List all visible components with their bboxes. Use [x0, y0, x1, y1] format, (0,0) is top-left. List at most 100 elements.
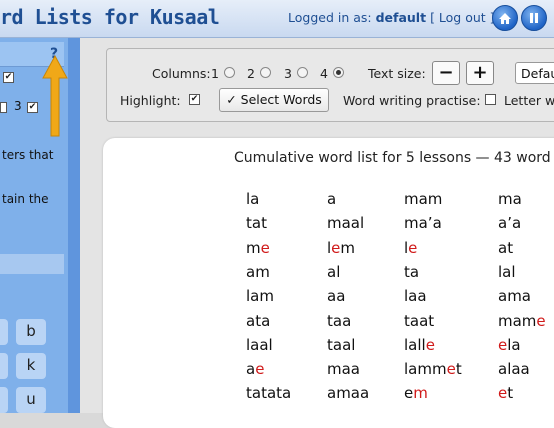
- app-title: rd Lists for Kusaal: [0, 5, 220, 29]
- word-highlight: e: [260, 238, 270, 257]
- word-item: tatata: [246, 384, 291, 402]
- column-option-label: 3: [284, 66, 292, 81]
- word-item: a: [327, 190, 336, 208]
- font-select[interactable]: Defau: [515, 62, 554, 84]
- word-item: amaa: [327, 384, 369, 402]
- sidebar-divider[interactable]: [68, 38, 80, 413]
- word-part: a’a: [498, 214, 522, 233]
- word-item: taa: [327, 312, 351, 330]
- text-size-increase-button[interactable]: +: [466, 61, 494, 85]
- word-item: em: [404, 384, 428, 402]
- column-radio[interactable]: [260, 67, 271, 78]
- sidebar-text: ters that: [2, 148, 54, 162]
- word-list-title: Cumulative word list for 5 lessons — 43 …: [234, 150, 551, 166]
- letter-key-partial[interactable]: [0, 353, 8, 379]
- highlight-label: Highlight:: [120, 93, 181, 108]
- sidebar-text: tain the: [2, 192, 49, 206]
- word-part: am: [246, 262, 270, 281]
- word-part: lall: [404, 335, 426, 354]
- sidebar-checkbox[interactable]: ✔: [3, 72, 14, 83]
- word-highlight: e: [425, 335, 435, 354]
- word-part: e: [404, 384, 414, 403]
- word-item: ta: [404, 263, 419, 281]
- column-option-label: 2: [247, 66, 255, 81]
- word-part: laal: [246, 335, 273, 354]
- word-item: maal: [327, 214, 364, 232]
- word-item: ama: [498, 287, 531, 305]
- word-highlight: e: [498, 384, 508, 403]
- word-highlight: e: [446, 360, 456, 379]
- word-part: taat: [404, 311, 435, 330]
- word-item: ma: [498, 190, 522, 208]
- sidebar-checkbox[interactable]: ✔: [27, 102, 38, 113]
- letter-key-partial[interactable]: [0, 319, 8, 345]
- sidebar-checkbox[interactable]: [0, 102, 7, 113]
- home-icon: [499, 13, 511, 24]
- word-highlight: m: [413, 384, 428, 403]
- word-item: lal: [498, 263, 516, 281]
- pointer-arrow-icon: [42, 54, 68, 137]
- word-part: mam: [498, 311, 537, 330]
- word-part: a: [327, 190, 337, 208]
- word-part: ata: [246, 311, 271, 330]
- word-item: mam: [404, 190, 442, 208]
- word-part: la: [246, 190, 260, 208]
- practise-checkbox[interactable]: [485, 94, 496, 105]
- word-item: ata: [246, 312, 270, 330]
- practise-label: Word writing practise:: [343, 93, 481, 108]
- word-part: tat: [246, 214, 267, 233]
- pause-button[interactable]: [521, 5, 547, 31]
- word-part: taa: [327, 311, 352, 330]
- logout-link[interactable]: [ Log out ]: [430, 10, 494, 25]
- word-item: lalle: [404, 336, 435, 354]
- word-part: amaa: [327, 384, 370, 403]
- column-option-label: 1: [211, 66, 219, 81]
- word-part: taal: [327, 335, 356, 354]
- word-part: a: [246, 360, 256, 379]
- word-part: maal: [327, 214, 365, 233]
- word-item: ela: [498, 336, 521, 354]
- word-item: laa: [404, 287, 427, 305]
- word-item: al: [327, 263, 340, 281]
- word-item: mame: [498, 312, 546, 330]
- word-item: taal: [327, 336, 355, 354]
- word-item: a’a: [498, 214, 521, 232]
- word-part: ama: [498, 287, 531, 306]
- select-words-button[interactable]: ✓ Select Words: [219, 88, 329, 112]
- word-item: alaa: [498, 360, 530, 378]
- text-size-decrease-button[interactable]: −: [432, 61, 460, 85]
- columns-label: Columns:: [152, 66, 211, 81]
- word-item: le: [404, 239, 417, 257]
- word-part: ma’a: [404, 214, 442, 233]
- home-button[interactable]: [492, 5, 518, 31]
- word-item: la: [246, 190, 259, 208]
- word-part: m: [246, 238, 261, 257]
- word-part: mam: [404, 190, 443, 208]
- word-item: me: [246, 239, 270, 257]
- username: default: [375, 10, 427, 25]
- word-highlight: e: [408, 238, 418, 257]
- letter-key[interactable]: u: [16, 387, 46, 413]
- letter-key-partial[interactable]: [0, 387, 8, 413]
- text-size-label: Text size:: [368, 66, 426, 81]
- word-item: ma’a: [404, 214, 442, 232]
- letter-key[interactable]: b: [16, 319, 46, 345]
- column-radio[interactable]: [297, 67, 308, 78]
- letter-key[interactable]: k: [16, 353, 46, 379]
- word-item: at: [498, 239, 513, 257]
- column-radio[interactable]: [224, 67, 235, 78]
- word-item: taat: [404, 312, 434, 330]
- highlight-checkbox[interactable]: ✔: [189, 94, 200, 105]
- word-part: lal: [498, 262, 516, 281]
- word-item: lam: [246, 287, 274, 305]
- word-item: tat: [246, 214, 267, 232]
- word-item: aa: [327, 287, 345, 305]
- word-item: ae: [246, 360, 264, 378]
- word-part: ta: [404, 262, 420, 281]
- pause-icon: [530, 13, 538, 23]
- word-part: ma: [498, 190, 522, 208]
- letter-label: Letter w: [504, 93, 554, 108]
- word-item: laal: [246, 336, 273, 354]
- column-radio-selected[interactable]: [333, 67, 344, 78]
- word-part: t: [455, 360, 462, 379]
